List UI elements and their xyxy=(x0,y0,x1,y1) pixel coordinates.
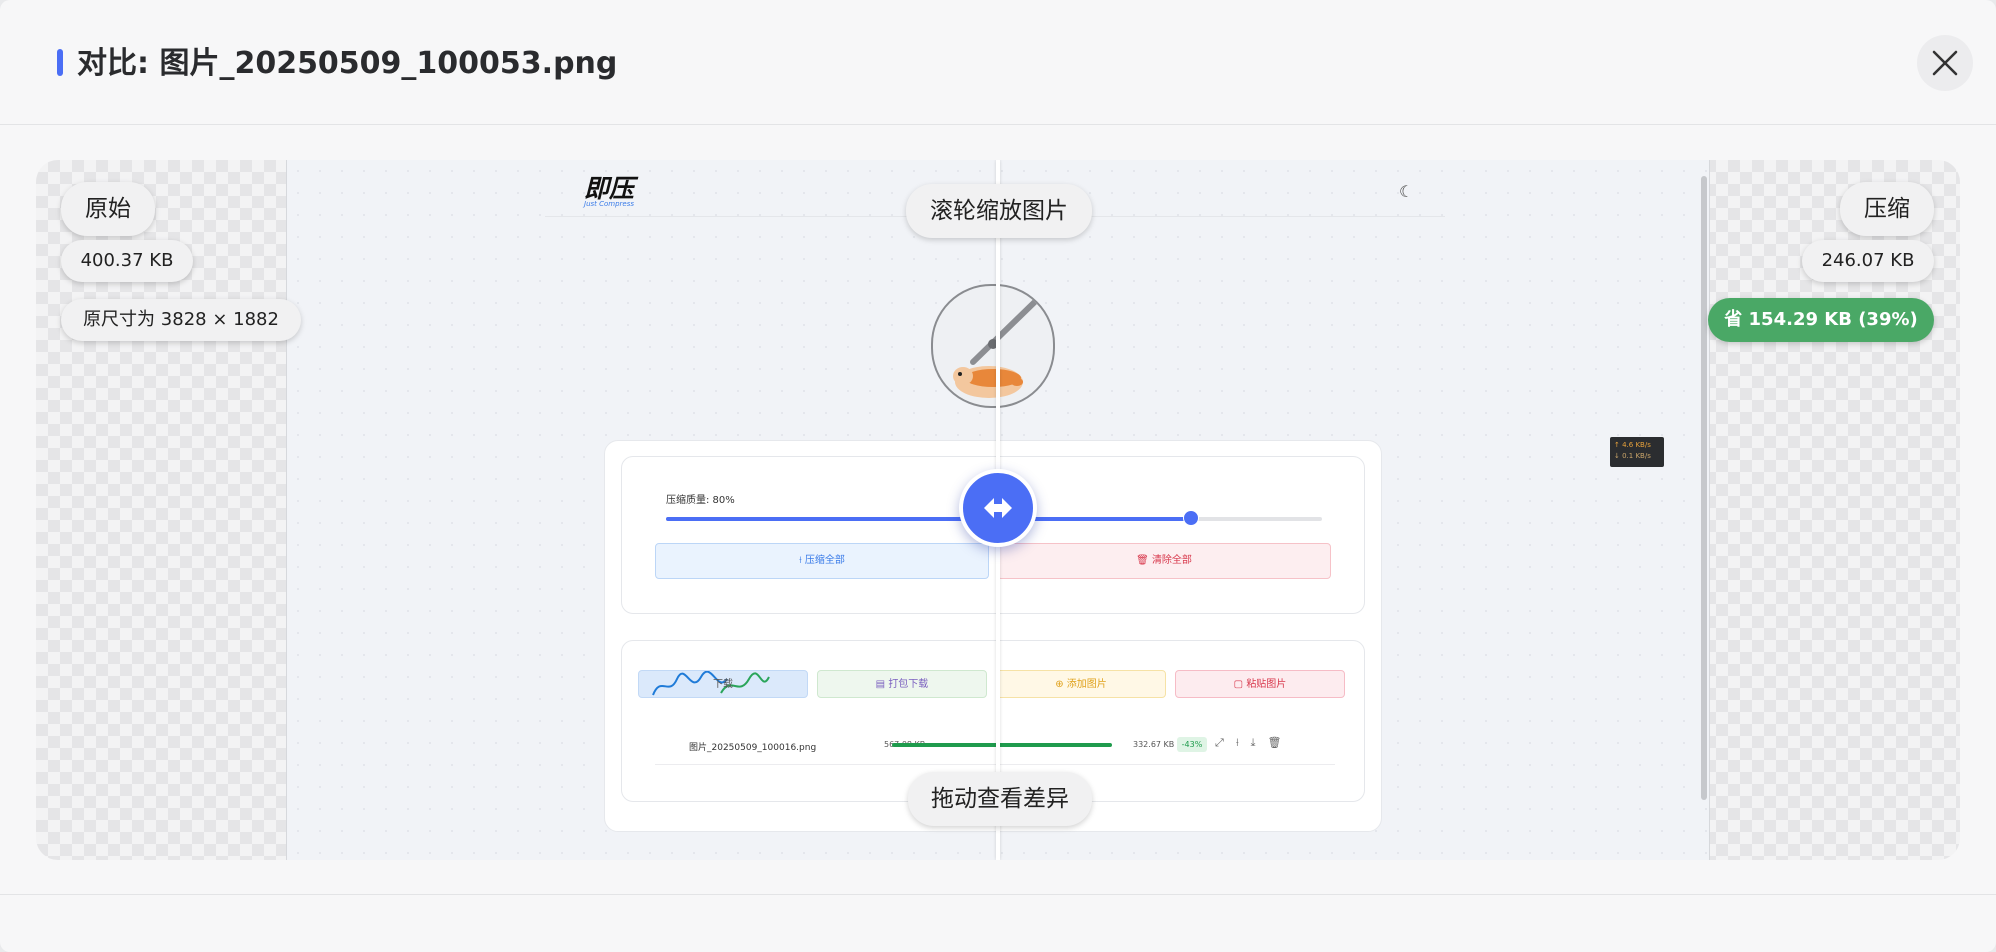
zoom-hint: 滚轮缩放图片 xyxy=(906,184,1092,238)
preview-quality-fill xyxy=(666,517,1191,521)
preview-add-image-label: 添加图片 xyxy=(1066,679,1107,690)
clipboard-icon: ▢ xyxy=(1233,679,1247,690)
left-right-arrows-icon xyxy=(984,498,1012,518)
savings-badge: 省 154.29 KB (39%) xyxy=(1708,298,1934,342)
title-accent-bar xyxy=(57,49,63,76)
preview-quality-label: 压缩质量: 80% xyxy=(666,495,735,506)
original-dimensions-badge: 原尺寸为 3828 × 1882 xyxy=(61,299,301,341)
image-compare-area[interactable]: 即压 Just Compress ☾ ↑ 4.6 KB/s ↓ 0.1 KB/s xyxy=(36,160,1960,860)
expand-icon: ⤢ xyxy=(1215,736,1236,749)
preview-pack-download-button: ▤ 打包下载 xyxy=(817,670,987,698)
dialog-header: 对比: 图片_20250509_100053.png xyxy=(0,0,1996,125)
preview-paste-image-label: 粘贴图片 xyxy=(1246,679,1287,690)
moon-icon: ☾ xyxy=(1399,182,1414,201)
preview-quality-knob xyxy=(1183,510,1199,526)
preview-download-label: 下载 xyxy=(713,679,733,690)
preview-file-name: 图片_20250509_100016.png xyxy=(689,743,817,753)
preview-clear-all-label: 清除全部 xyxy=(1151,555,1192,566)
preview-add-image-button: ⊕ 添加图片 xyxy=(996,670,1166,698)
preview-compress-all-label: 压缩全部 xyxy=(804,555,845,566)
preview-logo: 即压 xyxy=(584,174,635,203)
preview-file-progress xyxy=(892,743,1112,747)
network-speed-widget: ↑ 4.6 KB/s ↓ 0.1 KB/s xyxy=(1610,437,1664,467)
drag-hint: 拖动查看差异 xyxy=(908,772,1092,826)
preview-file-actions: ⤢⟊⤓🗑 xyxy=(1215,736,1293,750)
upload-speed: ↑ 4.6 KB/s xyxy=(1614,441,1651,449)
preview-compress-all-button: ⟊ 压缩全部 xyxy=(655,543,989,579)
compare-dialog: 对比: 图片_20250509_100053.png 即压 Just Compr… xyxy=(0,0,1996,952)
compressed-size-badge: 246.07 KB xyxy=(1802,240,1934,282)
close-button[interactable] xyxy=(1917,35,1973,91)
close-icon xyxy=(1932,50,1958,76)
preview-pack-download-label: 打包下载 xyxy=(888,679,929,690)
preview-row-divider xyxy=(655,764,1335,765)
preview-scrollbar xyxy=(1701,176,1707,800)
file-zip-icon: ▤ xyxy=(875,679,889,690)
preview-download-button: 下载 xyxy=(638,670,808,698)
download-icon: ⤓ xyxy=(1250,736,1268,749)
compressed-label: 压缩 xyxy=(1840,182,1934,236)
trash-icon: 🗑 xyxy=(1267,736,1294,749)
preview-paste-image-button: ▢ 粘贴图片 xyxy=(1175,670,1345,698)
trash-icon: 🗑 xyxy=(1136,555,1152,566)
preview-file-change-badge: -43% xyxy=(1177,737,1207,752)
compress-icon: ⟊ xyxy=(1235,736,1251,749)
download-speed: ↓ 0.1 KB/s xyxy=(1614,452,1651,460)
preview-clear-all-button: 🗑 清除全部 xyxy=(997,543,1331,579)
original-size-badge: 400.37 KB xyxy=(61,240,193,282)
add-circle-icon: ⊕ xyxy=(1055,679,1067,690)
preview-file-compressed-size: 332.67 KB xyxy=(1133,740,1175,749)
dialog-footer-divider xyxy=(0,894,1996,895)
original-label: 原始 xyxy=(61,182,155,236)
compare-drag-handle[interactable] xyxy=(959,469,1037,547)
mascot-illustration xyxy=(931,284,1055,408)
dialog-title: 对比: 图片_20250509_100053.png xyxy=(77,46,618,81)
preview-logo-subtitle: Just Compress xyxy=(584,200,635,208)
